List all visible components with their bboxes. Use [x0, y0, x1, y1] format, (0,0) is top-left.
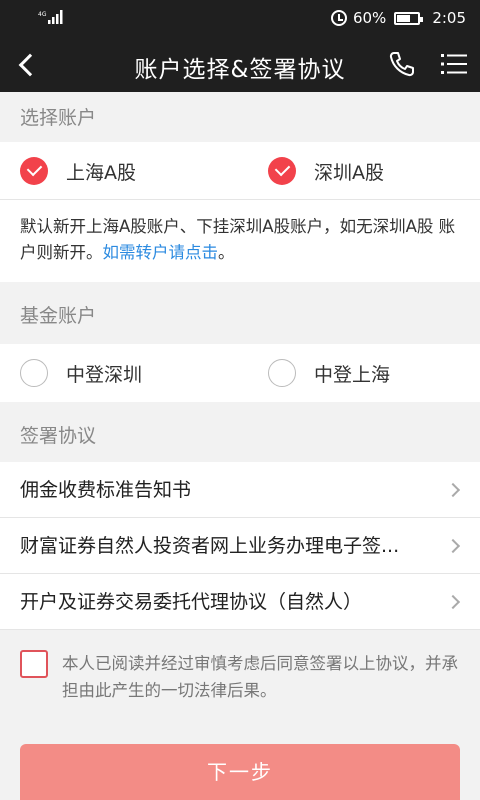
unchecked-icon: [20, 359, 48, 387]
account-notice: 默认新开上海A股账户、下挂深圳A股账户，如无深圳A股 账户则新开。如需转户请点击…: [20, 214, 460, 266]
agreement-item-esign[interactable]: 财富证券自然人投资者网上业务办理电子签...: [0, 518, 480, 574]
next-step-button[interactable]: 下一步: [20, 744, 460, 800]
option-label: 上海A股: [66, 161, 136, 184]
chevron-right-icon: [445, 482, 461, 498]
agreement-item-commission[interactable]: 佣金收费标准告知书: [0, 462, 480, 518]
notice-end: 。: [218, 243, 235, 262]
alarm-icon: [330, 10, 347, 26]
select-account-options: 上海A股 深圳A股: [0, 142, 480, 200]
list-menu-icon[interactable]: [438, 48, 470, 80]
option-shenzhen-a[interactable]: 深圳A股: [268, 157, 384, 185]
battery-icon: [394, 11, 424, 25]
network-type: 4G: [38, 11, 47, 18]
section-agreements: 签署协议: [0, 414, 480, 458]
consent-checkbox[interactable]: [20, 650, 48, 678]
clock: 2:05: [432, 9, 466, 27]
section-select-account: 选择账户: [0, 96, 480, 140]
unchecked-icon: [268, 359, 296, 387]
option-label: 中登上海: [314, 363, 391, 386]
fund-account-options: 中登深圳 中登上海: [0, 344, 480, 402]
option-label: 深圳A股: [314, 161, 384, 184]
agreement-item-brokerage[interactable]: 开户及证券交易委托代理协议（自然人）: [0, 574, 480, 630]
option-zhongdeng-shenzhen[interactable]: 中登深圳: [20, 359, 142, 387]
chevron-right-icon: [445, 538, 461, 554]
checked-icon: [20, 157, 48, 185]
option-shanghai-a[interactable]: 上海A股: [20, 157, 136, 185]
option-label: 中登深圳: [66, 363, 143, 386]
battery-percent: 60%: [352, 9, 387, 27]
chevron-right-icon: [445, 594, 461, 610]
agreement-title: 财富证券自然人投资者网上业务办理电子签...: [20, 535, 400, 557]
section-fund-account: 基金账户: [0, 294, 480, 338]
status-bar: 4G 60% 2:05: [0, 0, 480, 36]
agreement-title: 佣金收费标准告知书: [20, 479, 192, 501]
consent-text: 本人已阅读并经过审慎考虑后同意签署以上协议，并承担由此产生的一切法律后果。: [62, 654, 458, 700]
notice-text: 默认新开上海A股账户、下挂深圳A股账户，如无深圳A股 账户则新开。: [20, 217, 456, 262]
option-zhongdeng-shanghai[interactable]: 中登上海: [268, 359, 390, 387]
agreement-title: 开户及证券交易委托代理协议（自然人）: [20, 591, 363, 613]
signal-icon: 4G: [38, 10, 63, 24]
checked-icon: [268, 157, 296, 185]
nav-bar: 账户选择&签署协议: [0, 36, 480, 92]
phone-icon[interactable]: [386, 48, 418, 80]
transfer-link[interactable]: 如需转户请点击: [103, 243, 219, 262]
